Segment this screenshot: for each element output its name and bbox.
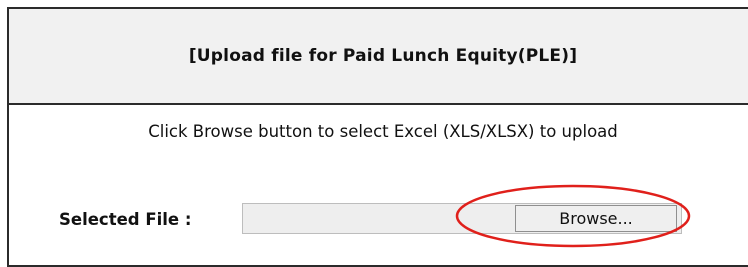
dialog-title: [Upload file for Paid Lunch Equity(PLE)] xyxy=(188,46,578,66)
selected-file-row: Selected File : Browse... xyxy=(59,203,682,235)
selected-file-label: Selected File : xyxy=(59,209,192,229)
upload-dialog: [Upload file for Paid Lunch Equity(PLE)]… xyxy=(7,7,748,267)
browse-button[interactable]: Browse... xyxy=(515,205,677,232)
upload-instruction: Click Browse button to select Excel (XLS… xyxy=(148,122,618,141)
dialog-header: [Upload file for Paid Lunch Equity(PLE)] xyxy=(9,9,748,105)
